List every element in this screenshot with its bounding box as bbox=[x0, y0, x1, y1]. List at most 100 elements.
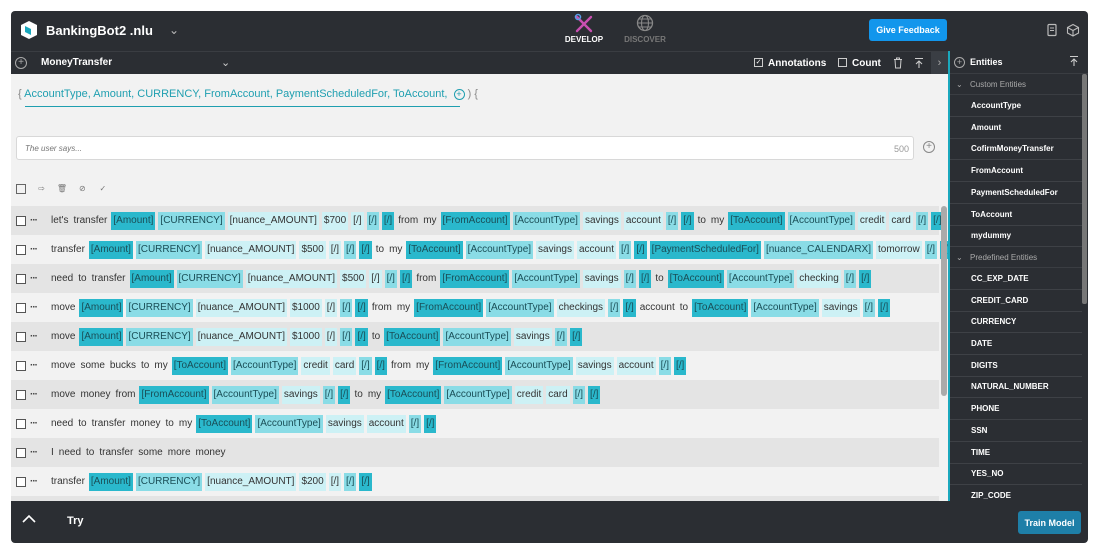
more-options-icon[interactable]: ··· bbox=[30, 244, 44, 255]
annotation-token[interactable]: savings bbox=[582, 269, 621, 288]
try-panel-label[interactable]: Try bbox=[67, 515, 84, 527]
word-token[interactable]: to bbox=[77, 415, 87, 433]
chevron-up-icon[interactable] bbox=[21, 511, 37, 527]
sample-checkbox[interactable] bbox=[16, 331, 26, 342]
annotation-token[interactable]: [/] bbox=[340, 327, 353, 346]
annotation-token[interactable]: [/] bbox=[384, 269, 397, 288]
verify-icon[interactable]: ✓ bbox=[98, 184, 108, 194]
entities-panel-scrollbar[interactable] bbox=[1082, 74, 1087, 304]
train-model-button[interactable]: Train Model bbox=[1018, 511, 1081, 534]
more-options-icon[interactable]: ··· bbox=[30, 389, 44, 400]
sample-row[interactable]: ··· Ineed to transfer some more money bbox=[11, 438, 939, 467]
word-token[interactable]: I bbox=[50, 444, 55, 462]
annotation-token[interactable]: [Amount] bbox=[111, 211, 156, 230]
entity-item[interactable]: ZIP_CODE bbox=[950, 485, 1082, 501]
annotation-token[interactable]: [Amount] bbox=[88, 472, 133, 491]
word-token[interactable]: to bbox=[697, 212, 707, 230]
word-token[interactable]: my bbox=[388, 241, 403, 259]
sample-sentence-input[interactable] bbox=[16, 136, 914, 160]
annotation-token[interactable]: [/] bbox=[618, 240, 632, 259]
word-token[interactable]: my bbox=[396, 299, 411, 317]
annotation-token[interactable]: savings bbox=[513, 327, 552, 346]
entity-item[interactable]: DATE bbox=[950, 333, 1082, 355]
annotation-token[interactable]: [/] bbox=[623, 269, 636, 288]
word-token[interactable]: to bbox=[375, 241, 385, 259]
move-icon[interactable]: ⇨ bbox=[36, 184, 46, 194]
sample-checkbox[interactable] bbox=[16, 360, 26, 371]
annotation-token[interactable]: [/] bbox=[381, 211, 395, 230]
word-token[interactable]: to bbox=[140, 357, 150, 375]
word-token[interactable]: need bbox=[50, 270, 74, 288]
annotation-token[interactable]: checking bbox=[797, 269, 841, 288]
word-token[interactable]: from bbox=[390, 357, 412, 375]
annotation-token[interactable]: account bbox=[576, 240, 616, 259]
annotation-token[interactable]: [/] bbox=[623, 298, 636, 317]
entity-item[interactable]: AccountType bbox=[950, 95, 1082, 117]
sample-row[interactable]: ··· need to transfer money to my [ToAccount] [Ac… bbox=[11, 409, 939, 438]
word-token[interactable]: my bbox=[422, 212, 437, 230]
annotation-token[interactable]: [Amount] bbox=[79, 327, 124, 346]
annotation-token[interactable]: [/] bbox=[554, 327, 568, 346]
tab-discover[interactable]: DISCOVER bbox=[615, 13, 675, 49]
annotation-token[interactable]: [nuance_AMOUNT] bbox=[245, 269, 338, 288]
annotation-token[interactable]: [/] bbox=[340, 298, 353, 317]
annotations-checkbox[interactable]: ✓ bbox=[754, 58, 763, 67]
more-options-icon[interactable]: ··· bbox=[30, 476, 44, 487]
more-options-icon[interactable]: ··· bbox=[30, 360, 44, 371]
word-token[interactable]: my bbox=[153, 357, 168, 375]
word-token[interactable]: more bbox=[167, 444, 192, 462]
annotation-token[interactable]: [/] bbox=[359, 356, 372, 375]
word-token[interactable]: to bbox=[85, 444, 95, 462]
sample-checkbox[interactable] bbox=[16, 418, 26, 429]
annotation-token[interactable]: [/] bbox=[424, 414, 437, 433]
word-token[interactable]: transfer bbox=[98, 444, 134, 462]
word-token[interactable]: from bbox=[114, 386, 136, 404]
annotation-token[interactable]: [/] bbox=[924, 240, 938, 259]
word-token[interactable]: move bbox=[50, 328, 76, 346]
annotation-token[interactable]: [CURRENCY] bbox=[158, 211, 225, 230]
project-dropdown-icon[interactable]: ⌄ bbox=[169, 23, 179, 37]
more-options-icon[interactable]: ··· bbox=[30, 273, 44, 284]
annotation-token[interactable]: [/] bbox=[608, 298, 621, 317]
word-token[interactable]: to bbox=[353, 386, 363, 404]
word-token[interactable]: transfer bbox=[91, 270, 127, 288]
entity-section-header[interactable]: ⌄ Custom Entities bbox=[950, 74, 1082, 95]
word-token[interactable]: to bbox=[165, 415, 175, 433]
word-token[interactable]: my bbox=[367, 386, 382, 404]
annotation-token[interactable]: [/] bbox=[359, 240, 372, 259]
annotation-token[interactable]: savings bbox=[821, 298, 860, 317]
annotation-token[interactable]: [/] bbox=[572, 385, 586, 404]
annotation-token[interactable]: [/] bbox=[915, 211, 929, 230]
entity-item[interactable]: YES_NO bbox=[950, 463, 1082, 486]
trash-icon[interactable] bbox=[893, 57, 903, 69]
annotation-token[interactable]: [CURRENCY] bbox=[176, 269, 243, 288]
annotation-token[interactable]: tomorrow bbox=[876, 240, 922, 259]
annotation-token[interactable]: credit bbox=[514, 385, 544, 404]
annotation-token[interactable]: [ToAccount] bbox=[692, 298, 749, 317]
word-token[interactable]: move bbox=[50, 357, 76, 375]
more-options-icon[interactable]: ··· bbox=[30, 447, 44, 458]
annotation-token[interactable]: [/] bbox=[878, 298, 891, 317]
tab-develop[interactable]: DEVELOP bbox=[554, 13, 614, 49]
add-intent-icon[interactable]: + bbox=[15, 57, 27, 69]
word-token[interactable]: to bbox=[654, 270, 664, 288]
annotation-token[interactable]: [ToAccount] bbox=[667, 269, 724, 288]
word-token[interactable]: move bbox=[50, 299, 76, 317]
annotation-token[interactable]: [/] bbox=[366, 211, 379, 230]
pin-top-icon[interactable] bbox=[1069, 55, 1079, 67]
annotation-token[interactable]: [ToAccount] bbox=[196, 414, 253, 433]
annotation-token[interactable]: [nuance_AMOUNT] bbox=[195, 298, 287, 317]
annotation-token[interactable]: [ToAccount] bbox=[406, 240, 463, 259]
entity-item[interactable]: CC_EXP_DATE bbox=[950, 268, 1082, 290]
annotation-token[interactable]: [CURRENCY] bbox=[126, 298, 193, 317]
word-token[interactable]: some bbox=[79, 357, 105, 375]
annotation-token[interactable]: [/] bbox=[359, 472, 372, 491]
delete-icon[interactable]: 🗑 bbox=[57, 184, 67, 194]
annotation-token[interactable]: [FromAccount] bbox=[414, 298, 484, 317]
annotation-token[interactable]: [AccountType] bbox=[505, 356, 573, 375]
sample-row[interactable]: ··· transfer [Amount] [CURRENCY] [nuance_AMO… bbox=[11, 467, 939, 496]
select-all-checkbox[interactable] bbox=[16, 184, 26, 194]
annotation-token[interactable]: card bbox=[889, 211, 913, 230]
arrow-up-icon[interactable] bbox=[914, 57, 924, 69]
annotation-token[interactable]: [AccountType] bbox=[512, 269, 580, 288]
